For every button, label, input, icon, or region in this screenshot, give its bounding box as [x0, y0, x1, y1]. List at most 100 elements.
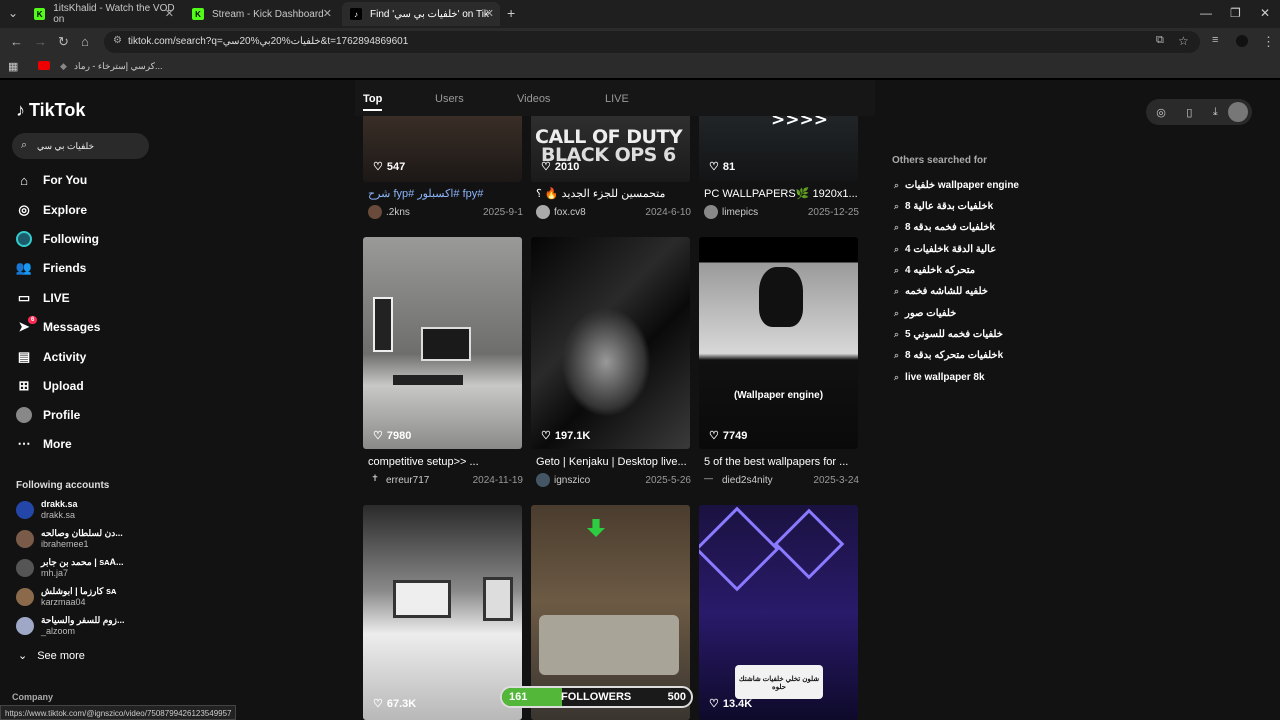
- video-author[interactable]: ✝ erreur717 2024-11-19: [368, 473, 523, 487]
- tab-top[interactable]: Top: [363, 93, 383, 111]
- nav-friends[interactable]: 👥 Friends: [16, 258, 86, 278]
- nav-live[interactable]: ▭ LIVE: [16, 288, 70, 308]
- nav-following[interactable]: Following: [16, 229, 99, 249]
- suggested-search[interactable]: ⌕ خلفيات فخمه بدقه 8k: [894, 222, 995, 233]
- nav-more[interactable]: ⋯ More: [16, 434, 72, 454]
- followers-goal: 500: [667, 691, 686, 703]
- following-account[interactable]: كارزما | ابوشلش sᴀ karzmaa04: [16, 585, 116, 609]
- close-tab-icon[interactable]: ✕: [165, 7, 174, 20]
- following-account[interactable]: محمد بن جابر | sᴀA... mh.ja7: [16, 556, 124, 580]
- suggested-search[interactable]: ⌕ خلفيه للشاشه فخمه: [894, 286, 988, 297]
- kick-icon: K: [192, 8, 204, 20]
- install-app-icon[interactable]: ⧉: [1156, 34, 1164, 47]
- browser-tab-3[interactable]: ♪ Find 'خلفيات بي سي' on TikTok | ✕: [342, 2, 500, 26]
- close-tab-icon[interactable]: ✕: [323, 7, 332, 20]
- see-more-button[interactable]: ⌄ See more: [18, 649, 85, 663]
- phone-icon[interactable]: ▯: [1186, 106, 1192, 119]
- tiktok-logo[interactable]: ♪ TikTok: [16, 100, 85, 121]
- apps-icon[interactable]: ▦: [8, 60, 18, 73]
- following-account[interactable]: drakk.sa drakk.sa: [16, 498, 78, 522]
- suggested-search[interactable]: ⌕ خلفيات 4k عالية الدقة: [894, 244, 996, 255]
- thumbnail-shape: [773, 508, 845, 580]
- company-link[interactable]: Company: [12, 692, 53, 702]
- url-input[interactable]: ⚙ tiktok.com/search?q=خلفيات%20بي%20سي&t…: [104, 31, 1200, 53]
- upload-icon: ⊞: [18, 378, 30, 393]
- sidebar-search-input[interactable]: ⌕ خلفيات بي سي: [12, 133, 149, 159]
- bookmark-item[interactable]: كرسي إسترخاء - رماد...: [74, 61, 163, 72]
- video-thumbnail[interactable]: (Wallpaper engine): [699, 237, 858, 449]
- close-tab-icon[interactable]: ✕: [485, 7, 494, 20]
- nav-activity[interactable]: ▤ Activity: [16, 347, 87, 367]
- video-thumbnail[interactable]: شلون تخلي خلفيات شاشتك حلوه: [699, 505, 858, 720]
- video-author[interactable]: — died2s4nity 2025-3-24: [704, 473, 859, 487]
- like-count: ♡ 7749: [709, 429, 748, 443]
- menu-icon[interactable]: ⋮: [1262, 34, 1275, 50]
- site-info-icon[interactable]: ⚙: [113, 35, 122, 46]
- nav-upload[interactable]: ⊞ Upload: [16, 376, 84, 396]
- video-title[interactable]: Geto | Kenjaku | Desktop live...: [536, 456, 691, 468]
- nav-messages[interactable]: ➤ 6 Messages: [16, 316, 100, 337]
- tab-users[interactable]: Users: [435, 93, 464, 105]
- suggested-search[interactable]: ⌕ خلفيه 4k متحركه: [894, 265, 975, 276]
- video-title[interactable]: competitive setup>> ...: [368, 456, 523, 468]
- following-account[interactable]: زوم للسفر والسياحة... _alzoom: [16, 614, 125, 638]
- maximize-icon[interactable]: ❐: [1230, 6, 1241, 20]
- chevron-down-icon: ⌄: [18, 650, 28, 662]
- others-searched-title: Others searched for: [892, 155, 988, 166]
- new-tab-button[interactable]: +: [507, 5, 515, 21]
- close-window-icon[interactable]: ✕: [1260, 6, 1270, 20]
- search-icon: ⌕: [894, 244, 900, 254]
- bookmark-star-icon[interactable]: ☆: [1178, 34, 1189, 48]
- thumbnail-shape: [393, 375, 463, 385]
- sidebar: ♪ TikTok ⌕ خلفيات بي سي ⌂ For You ◎ Explor…: [0, 80, 168, 720]
- video-author[interactable]: ignszico 2025-5-26: [536, 473, 691, 487]
- thumbnail-text: شلون تخلي خلفيات شاشتك حلوه: [735, 665, 823, 699]
- browser-tab-1[interactable]: K 1itsKhalid - Watch the VOD on ✕: [26, 2, 180, 26]
- media-controls-icon[interactable]: ≡: [1212, 34, 1218, 46]
- heart-icon: ♡: [373, 161, 383, 173]
- suggested-search[interactable]: ⌕ live wallpaper 8k: [894, 372, 985, 383]
- tab-search-icon[interactable]: ⌄: [8, 6, 18, 20]
- profile-avatar[interactable]: [1236, 35, 1248, 47]
- followers-label: FOLLOWERS: [561, 691, 632, 703]
- coins-icon[interactable]: ◎: [1156, 106, 1166, 119]
- video-thumbnail[interactable]: [363, 237, 522, 449]
- download-icon[interactable]: ⤓: [1213, 106, 1218, 119]
- suggested-search[interactable]: ⌕ خلفيات wallpaper engine: [894, 180, 1019, 191]
- reload-icon[interactable]: ↻: [58, 34, 69, 50]
- browser-tab-2[interactable]: K Stream - Kick Dashboard ✕: [184, 2, 338, 26]
- video-thumbnail[interactable]: [363, 505, 522, 720]
- suggested-search[interactable]: ⌕ خلفيات صور: [894, 308, 956, 319]
- nav-profile[interactable]: Profile: [16, 405, 80, 425]
- video-title[interactable]: #fpy #اكسبلور #fyp شرح: [368, 187, 523, 200]
- tab-live[interactable]: LIVE: [605, 93, 629, 105]
- suggested-search[interactable]: ⌕ خلفيات فخمه للسوني 5: [894, 329, 1003, 340]
- following-account[interactable]: دن لسلطان وصالحه... ibrahemee1: [16, 527, 123, 551]
- tab-videos[interactable]: Videos: [517, 93, 550, 105]
- video-title[interactable]: 5 of the best wallpapers for ...: [704, 456, 859, 468]
- video-author[interactable]: .2kns 2025-9-1: [368, 205, 523, 219]
- suggested-search[interactable]: ⌕ خلفيات بدقة عالية 8k: [894, 201, 993, 212]
- nav-explore[interactable]: ◎ Explore: [16, 200, 87, 220]
- heart-icon: ♡: [541, 430, 551, 442]
- youtube-icon[interactable]: [38, 61, 50, 70]
- video-title[interactable]: PC WALLPAPERS🌿 1920x1...: [704, 187, 859, 200]
- arrow-down-icon: [587, 519, 605, 537]
- search-icon: ⌕: [21, 139, 28, 151]
- avatar: [704, 205, 718, 219]
- search-icon: ⌕: [894, 286, 900, 296]
- suggested-search[interactable]: ⌕ خلفيات متحركه بدقه 8k: [894, 350, 1003, 361]
- avatar: [536, 473, 550, 487]
- like-count: ♡ 197.1K: [541, 429, 591, 443]
- minimize-icon[interactable]: —: [1200, 6, 1212, 20]
- nav-for-you[interactable]: ⌂ For You: [16, 170, 87, 190]
- video-author[interactable]: limepics 2025-12-25: [704, 205, 859, 219]
- like-count: ♡ 13.4K: [709, 697, 753, 711]
- video-title[interactable]: متحمسين للجزء الجديد 🔥 ؟: [536, 187, 691, 200]
- avatar[interactable]: [1228, 102, 1248, 122]
- video-thumbnail[interactable]: [531, 237, 690, 449]
- forward-icon[interactable]: →: [34, 34, 47, 49]
- back-icon[interactable]: ←: [10, 34, 23, 49]
- home-icon[interactable]: ⌂: [81, 34, 89, 49]
- video-author[interactable]: fox.cv8 2024-6-10: [536, 205, 691, 219]
